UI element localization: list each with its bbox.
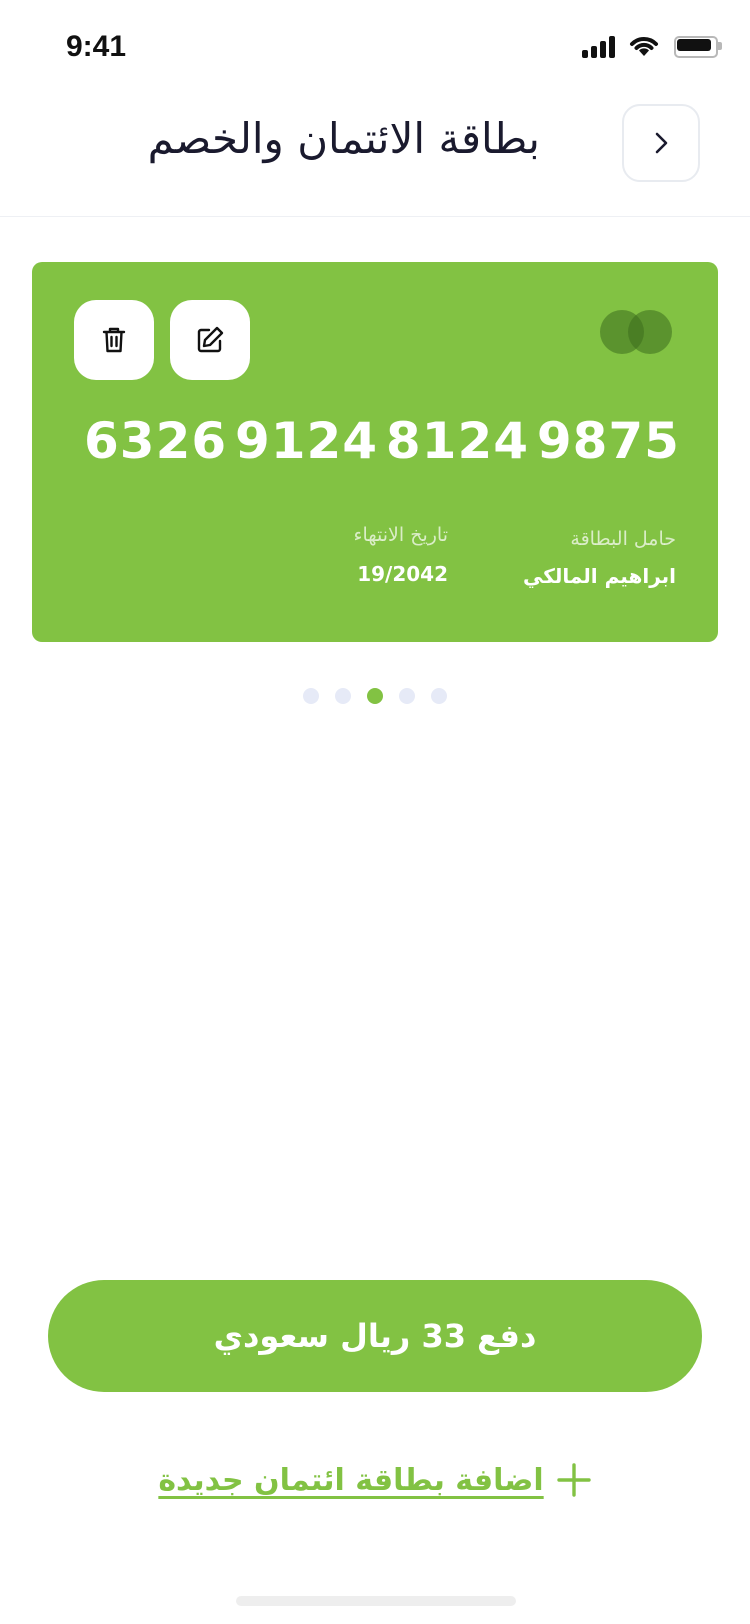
pagination-dot[interactable] (335, 688, 351, 704)
pay-button[interactable]: دفع 33 ريال سعودي (48, 1280, 702, 1392)
status-bar: 9:41 (0, 0, 750, 96)
home-indicator (236, 1596, 516, 1606)
card-number: 6326 9124 8124 9875 (84, 412, 680, 482)
trash-icon (102, 327, 126, 353)
pagination-dots (0, 688, 750, 706)
status-time: 9:41 (66, 30, 127, 63)
pagination-dot-active[interactable] (367, 688, 383, 704)
card-number-group: 9124 (234, 412, 379, 470)
edit-card-button[interactable] (170, 300, 250, 380)
edit-icon (197, 326, 224, 353)
expiry-value: 19/2042 (357, 562, 448, 586)
holder-value: ابراهيم المالكي (523, 564, 676, 588)
back-button[interactable] (622, 104, 700, 182)
card-number-group: 6326 (84, 412, 228, 470)
plus-icon (556, 1463, 591, 1497)
signal-icon (582, 34, 618, 58)
holder-label: حامل البطاقة (570, 528, 676, 550)
chevron-right-icon (655, 132, 668, 154)
card-number-group: 8124 (385, 412, 530, 470)
expiry-label: تاريخ الانتهاء (353, 524, 448, 546)
delete-card-button[interactable] (74, 300, 154, 380)
status-icons (582, 34, 722, 64)
pagination-dot[interactable] (399, 688, 415, 704)
battery-icon (674, 36, 722, 58)
add-card-label: اضافة بطاقة ائتمان جديدة (158, 1462, 544, 1498)
card-number-group: 9875 (536, 412, 680, 470)
page-title: بطاقة الائتمان والخصم (147, 114, 540, 163)
pagination-dot[interactable] (303, 688, 319, 704)
wifi-icon (630, 37, 658, 56)
credit-card[interactable]: 6326 9124 8124 9875 تاريخ الانتهاء 19/20… (32, 262, 718, 642)
header: بطاقة الائتمان والخصم (0, 96, 750, 217)
add-card-link[interactable]: اضافة بطاقة ائتمان جديدة (0, 1450, 750, 1510)
pagination-dot[interactable] (431, 688, 447, 704)
card-brand-icon (600, 308, 676, 356)
